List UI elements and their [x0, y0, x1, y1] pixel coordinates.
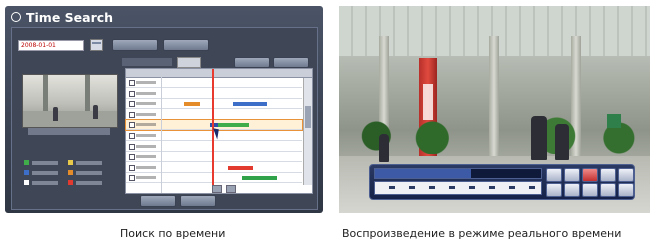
date-input[interactable]: 2008-01-01	[18, 40, 84, 51]
channel-checkbox[interactable]	[129, 154, 135, 161]
channel-name	[136, 102, 156, 106]
timeline-header	[126, 69, 312, 78]
step-back-button[interactable]	[546, 183, 562, 197]
grid-divider	[161, 69, 162, 193]
dialog-body: 2008-01-01	[11, 27, 318, 210]
playback-control-bar[interactable]	[369, 164, 635, 200]
channel-checkbox[interactable]	[129, 122, 135, 129]
channel-row[interactable]	[126, 99, 302, 110]
playback-timeline[interactable]	[374, 181, 542, 195]
legend-item	[68, 180, 102, 186]
go-to-first-button[interactable]	[112, 39, 158, 51]
playback-progress	[374, 168, 542, 179]
channel-checkbox[interactable]	[129, 111, 135, 118]
record-bar[interactable]	[215, 123, 249, 128]
overlapped-data-label	[122, 58, 172, 66]
playback-screen	[339, 6, 650, 213]
channel-checkbox[interactable]	[129, 164, 135, 171]
legend-label	[32, 171, 58, 175]
legend-swatch	[68, 180, 73, 185]
step-forward-button[interactable]	[564, 183, 580, 197]
fast-forward-button[interactable]	[600, 168, 616, 182]
vertical-scrollbar[interactable]	[303, 78, 312, 185]
fast-button[interactable]	[600, 183, 616, 197]
title-circle-icon	[11, 12, 21, 22]
overlapped-data-select[interactable]	[177, 57, 201, 68]
channel-row[interactable]	[126, 142, 302, 152]
go-to-last-button[interactable]	[163, 39, 209, 51]
legend-swatch	[68, 160, 73, 165]
menu-button[interactable]	[618, 183, 634, 197]
time-search-dialog: Time Search 2008-01-01	[5, 6, 323, 213]
legend-item	[24, 170, 58, 176]
legend-label	[32, 181, 58, 185]
legend-label	[32, 161, 58, 165]
record-bar[interactable]	[184, 102, 200, 107]
dialog-title-text: Time Search	[26, 9, 114, 25]
channel-row[interactable]	[126, 89, 302, 99]
legend-label	[76, 181, 102, 185]
legend-item	[24, 180, 58, 186]
record-bar[interactable]	[233, 102, 267, 107]
prev-page-button[interactable]	[212, 185, 222, 193]
channel-checkbox[interactable]	[129, 101, 135, 108]
channel-checkbox[interactable]	[129, 175, 135, 182]
legend-swatch	[24, 170, 29, 175]
play-button[interactable]	[140, 195, 176, 207]
channel-name	[136, 155, 156, 159]
legend-item	[68, 160, 102, 166]
channel-checkbox[interactable]	[129, 80, 135, 86]
legend-label	[76, 171, 102, 175]
channel-name	[136, 112, 156, 116]
preview-timestamp	[28, 128, 110, 135]
dialog-title: Time Search	[11, 8, 113, 26]
legend-swatch	[68, 170, 73, 175]
channel-name	[136, 144, 156, 148]
channel-row[interactable]	[126, 152, 302, 163]
person	[531, 116, 547, 160]
record-bar[interactable]	[241, 176, 277, 181]
caption-time-search: Поиск по времени	[120, 227, 226, 240]
channel-row[interactable]	[126, 110, 302, 120]
channel-name	[136, 91, 156, 95]
legend-swatch	[24, 180, 29, 185]
channel-checkbox[interactable]	[129, 143, 135, 150]
channel-timeline-grid[interactable]	[125, 68, 313, 194]
channel-name	[136, 134, 156, 137]
scrollbar-thumb[interactable]	[305, 106, 311, 128]
zoom-out-button[interactable]	[273, 57, 309, 68]
next-page-button[interactable]	[226, 185, 236, 193]
legend-item	[24, 160, 58, 166]
channel-name	[136, 81, 156, 84]
record-button[interactable]	[582, 168, 598, 182]
legend-item	[68, 170, 102, 176]
close-button[interactable]	[618, 168, 634, 182]
person	[555, 124, 569, 160]
legend-swatch	[24, 160, 29, 165]
channel-checkbox[interactable]	[129, 90, 135, 97]
exit-sign-icon	[607, 114, 621, 128]
calendar-icon[interactable]	[90, 39, 103, 51]
caption-realtime-playback: Воспроизведение в режиме реального време…	[342, 227, 622, 240]
slow-button[interactable]	[582, 183, 598, 197]
channel-name	[136, 165, 156, 169]
channel-row[interactable]	[126, 78, 302, 88]
record-bar[interactable]	[227, 165, 253, 170]
preview-thumbnail	[22, 74, 118, 128]
zoom-in-button[interactable]	[234, 57, 270, 68]
person	[379, 134, 389, 162]
channel-name	[136, 123, 156, 127]
legend-label	[76, 161, 102, 165]
return-button[interactable]	[180, 195, 216, 207]
rewind-button[interactable]	[546, 168, 562, 182]
channel-checkbox[interactable]	[129, 133, 135, 139]
channel-name	[136, 176, 156, 180]
pause-button[interactable]	[564, 168, 580, 182]
channel-row[interactable]	[126, 163, 302, 173]
